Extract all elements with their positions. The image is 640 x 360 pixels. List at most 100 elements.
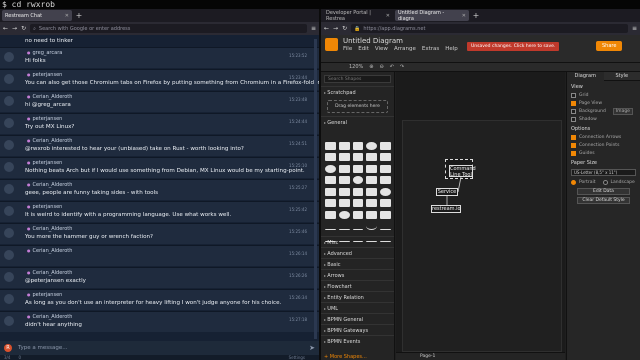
settings-link[interactable]: Settings — [289, 355, 305, 360]
shape-tile[interactable] — [325, 153, 336, 162]
shape-tile[interactable] — [380, 176, 391, 185]
zoom-in-icon[interactable]: ⊕ — [369, 64, 373, 70]
shadow-option[interactable]: Shadow — [567, 115, 640, 123]
reload-icon[interactable]: ↻ — [342, 25, 347, 32]
library-section[interactable]: BPMN General — [321, 313, 394, 324]
library-section[interactable]: Arrows — [321, 269, 394, 280]
chat-scrollbar[interactable] — [314, 39, 317, 339]
tab-developer-portal[interactable]: Developer Portal | Restrea ✕ — [323, 10, 393, 22]
scratchpad-dropzone[interactable]: Drag elements here — [327, 100, 388, 113]
portrait-radio[interactable] — [571, 179, 576, 185]
menu-edit[interactable]: Edit — [358, 46, 369, 52]
close-tab-icon[interactable]: ✕ — [462, 13, 466, 19]
shape-tile[interactable] — [366, 164, 378, 173]
shape-tile[interactable] — [380, 199, 391, 208]
send-icon[interactable]: ➤ — [309, 344, 315, 352]
share-button[interactable]: Share — [596, 41, 623, 51]
close-tab-icon[interactable]: ✕ — [386, 13, 390, 19]
background-checkbox[interactable] — [571, 108, 576, 114]
connection-arrows-option[interactable]: Connection Arrows — [567, 133, 640, 141]
menu-help[interactable]: Help — [445, 46, 458, 52]
shape-tile[interactable] — [338, 153, 350, 162]
shape-tile[interactable] — [366, 187, 378, 196]
guides-checkbox[interactable] — [571, 150, 576, 156]
shape-tile[interactable] — [338, 142, 350, 150]
menu-extras[interactable]: Extras — [422, 46, 439, 52]
library-section[interactable]: Flowchart — [321, 280, 394, 291]
menu-arrange[interactable]: Arrange — [394, 46, 416, 52]
shape-tile[interactable] — [325, 222, 336, 231]
tab-untitled-diagram[interactable]: Untitled Diagram - diagra ✕ — [395, 10, 469, 22]
shape-tile[interactable] — [325, 210, 336, 219]
shape-tile[interactable] — [366, 153, 378, 162]
shape-tile[interactable] — [366, 199, 378, 208]
shape-tile[interactable] — [380, 142, 391, 150]
tab-diagram[interactable]: Diagram — [567, 72, 604, 81]
shape-tile[interactable] — [380, 210, 391, 219]
menu-view[interactable]: View — [375, 46, 388, 52]
diagram-title[interactable]: Untitled Diagram — [343, 37, 403, 45]
menu-icon[interactable]: ≡ — [632, 25, 637, 32]
shape-tile[interactable] — [325, 176, 336, 185]
shape-tile[interactable] — [325, 142, 336, 150]
undo-icon[interactable]: ↶ — [390, 64, 394, 70]
tab-style[interactable]: Style — [603, 72, 640, 81]
connection-arrows-checkbox[interactable] — [571, 134, 576, 140]
shape-tile[interactable] — [380, 153, 391, 162]
shape-tile[interactable] — [366, 210, 378, 219]
library-section[interactable]: BPMN Gateways — [321, 324, 394, 335]
close-tab-icon[interactable]: ✕ — [65, 13, 69, 19]
new-tab-button[interactable]: + — [471, 11, 481, 20]
shape-search-input[interactable]: Search Shapes — [324, 75, 391, 83]
shape-tile[interactable] — [338, 222, 350, 231]
connection-points-checkbox[interactable] — [571, 142, 576, 148]
more-shapes-button[interactable]: + More Shapes... — [324, 354, 367, 360]
shape-tile[interactable] — [366, 176, 378, 185]
url-bar[interactable]: ⌕ Search with Google or enter address — [30, 24, 307, 33]
shape-tile[interactable] — [380, 187, 391, 196]
zoom-level[interactable]: 120% — [349, 64, 363, 70]
shape-tile[interactable] — [352, 176, 364, 185]
image-button[interactable]: Image — [612, 107, 633, 115]
shape-tile[interactable] — [325, 199, 336, 208]
redo-icon[interactable]: ↷ — [400, 64, 404, 70]
library-section[interactable]: Advanced — [321, 247, 394, 258]
library-section[interactable]: Misc — [321, 236, 394, 247]
menu-icon[interactable]: ≡ — [311, 25, 316, 32]
grid-option[interactable]: Grid — [567, 91, 640, 99]
shape-tile[interactable] — [352, 142, 364, 150]
shadow-checkbox[interactable] — [571, 116, 576, 122]
diagram-page[interactable]: Command Line Tool Service restream.io — [402, 120, 562, 352]
page-tab[interactable]: Page-1 — [420, 354, 435, 359]
library-section[interactable]: Basic — [321, 258, 394, 269]
library-section[interactable]: BPMN Events — [321, 335, 394, 346]
shape-tile[interactable] — [352, 187, 364, 196]
tab-restream-chat[interactable]: Restream Chat ✕ — [2, 10, 72, 21]
shape-tile[interactable] — [352, 199, 364, 208]
url-bar[interactable]: 🔒 https://app.diagrams.net — [351, 24, 628, 33]
scratchpad-section[interactable]: Scratchpad — [321, 86, 394, 97]
clear-default-style-button[interactable]: Clear Default Style — [577, 197, 630, 204]
chat-messages[interactable]: no need to tinker greg_arcara 15:23:52 Hi f… — [0, 35, 319, 341]
reload-icon[interactable]: ↻ — [21, 25, 26, 32]
shape-tile[interactable] — [366, 222, 378, 231]
landscape-radio[interactable] — [602, 179, 608, 185]
general-section[interactable]: General — [321, 116, 394, 127]
new-tab-button[interactable]: + — [74, 11, 84, 20]
unsaved-changes-button[interactable]: Unsaved changes. Click here to save. — [467, 42, 560, 51]
menu-file[interactable]: File — [343, 46, 352, 52]
shape-tile[interactable] — [338, 199, 350, 208]
shape-tile[interactable] — [380, 164, 391, 173]
background-option[interactable]: Background Image — [567, 107, 640, 115]
back-icon[interactable]: ← — [324, 25, 329, 32]
edit-data-button[interactable]: Edit Data — [577, 188, 630, 195]
back-icon[interactable]: ← — [3, 25, 8, 32]
shape-tile[interactable] — [352, 210, 364, 219]
library-section[interactable]: Entity Relation — [321, 291, 394, 302]
library-section[interactable]: UML — [321, 302, 394, 313]
diagram-canvas[interactable]: Command Line Tool Service restream.io — [396, 72, 565, 352]
shape-tile[interactable] — [338, 187, 350, 196]
shape-tile[interactable] — [338, 210, 350, 219]
shape-tile[interactable] — [325, 164, 336, 173]
grid-checkbox[interactable] — [571, 92, 576, 98]
